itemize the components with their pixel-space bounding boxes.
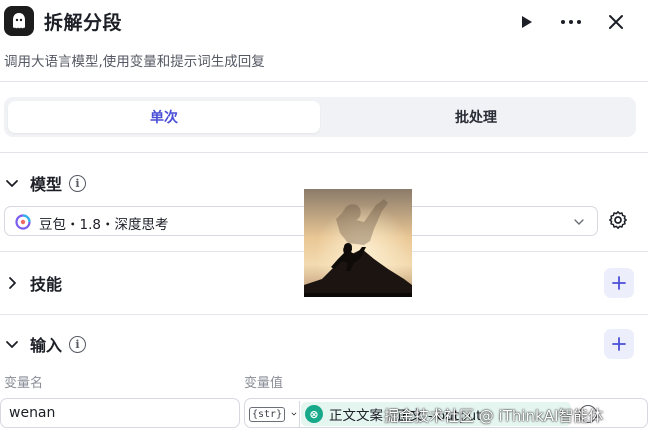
chevron-right-icon[interactable] (4, 275, 20, 291)
add-input-button[interactable] (604, 329, 634, 359)
node-description: 调用大语言模型,使用变量和提示词生成回复 (4, 54, 265, 70)
model-select-value: 豆包・1.8・深度思考 (39, 217, 169, 233)
tab-batch[interactable]: 批处理 (320, 101, 632, 133)
close-icon (609, 15, 623, 29)
gear-icon[interactable] (608, 210, 628, 230)
node-header: 拆解分段 (0, 0, 648, 44)
ghost-icon (4, 6, 34, 36)
info-icon[interactable]: i (69, 335, 86, 353)
model-select[interactable]: 豆包・1.8・深度思考 (4, 206, 598, 236)
divider (299, 401, 300, 427)
more-horizontal-icon (561, 20, 581, 24)
variable-type-select[interactable]: {str} (249, 403, 297, 425)
divider (0, 314, 648, 315)
watermark-text: 掘金技术社区 @ iThinkAI智能体 (384, 407, 604, 425)
play-icon (522, 16, 532, 28)
input-section-header: 输入 i (0, 329, 648, 359)
plus-icon (612, 337, 626, 351)
close-button[interactable] (602, 8, 630, 36)
column-header-name: 变量名 (4, 376, 44, 391)
chevron-down-icon[interactable] (4, 175, 20, 191)
plus-icon (612, 276, 626, 290)
reference-node-icon: ⊗ (305, 405, 323, 423)
tab-single[interactable]: 单次 (8, 101, 320, 133)
info-icon[interactable]: i (69, 174, 86, 192)
chevron-down-icon (574, 219, 584, 225)
more-button[interactable] (557, 8, 585, 36)
doubao-model-icon (15, 214, 31, 230)
column-header-value: 变量值 (244, 376, 284, 391)
add-skill-button[interactable] (604, 268, 634, 298)
string-type-icon: {str} (249, 406, 286, 422)
variable-name-input[interactable] (0, 398, 240, 428)
chevron-down-icon[interactable] (4, 336, 20, 352)
model-section-title: 模型 (30, 175, 63, 194)
divider (0, 152, 648, 153)
run-button[interactable] (512, 8, 540, 36)
input-section-title: 输入 (30, 336, 63, 355)
chevron-down-icon (291, 412, 297, 416)
divider (0, 81, 648, 82)
skills-section-title: 技能 (30, 275, 63, 294)
node-title: 拆解分段 (44, 12, 123, 34)
run-mode-tabs: 单次 批处理 (4, 97, 636, 137)
climber-photo-overlay (304, 189, 412, 297)
